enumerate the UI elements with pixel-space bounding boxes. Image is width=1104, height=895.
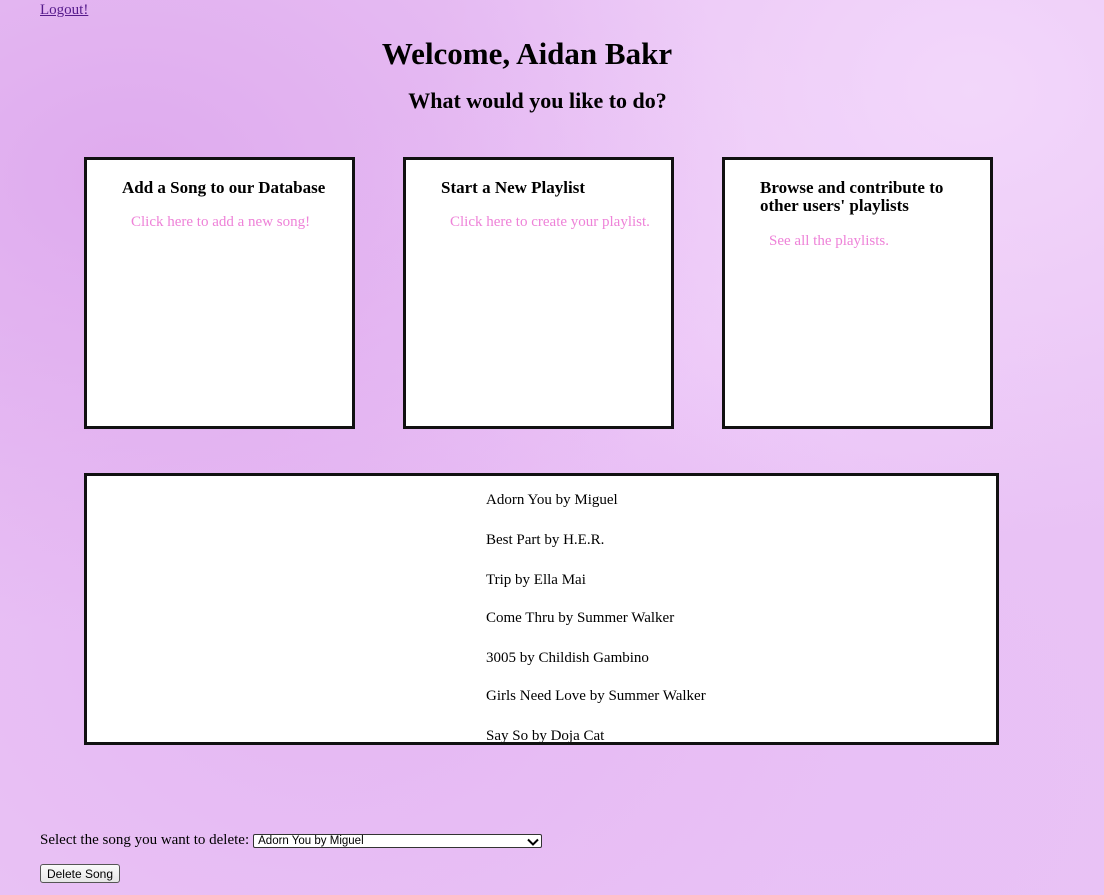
delete-song-form: Select the song you want to delete: Ador… bbox=[40, 832, 543, 849]
add-song-link[interactable]: Click here to add a new song! bbox=[131, 214, 310, 231]
browse-playlists-card: Browse and contribute to other users' pl… bbox=[722, 157, 993, 429]
logout-link[interactable]: Logout! bbox=[40, 2, 88, 19]
see-playlists-link[interactable]: See all the playlists. bbox=[769, 233, 889, 250]
new-playlist-card-title: Start a New Playlist bbox=[441, 178, 586, 197]
page-title: Welcome, Aidan Bakr bbox=[381, 36, 673, 71]
page-subtitle: What would you like to do? bbox=[408, 88, 667, 113]
song-list-item: Come Thru by Summer Walker bbox=[486, 610, 675, 626]
song-list-item: Best Part by H.E.R. bbox=[486, 532, 605, 548]
song-select[interactable]: Adorn You by Miguel bbox=[253, 833, 543, 848]
song-list-panel: Adorn You by Miguel Best Part by H.E.R. … bbox=[84, 473, 999, 745]
song-list-item: Girls Need Love by Summer Walker bbox=[486, 688, 706, 704]
song-list-item: Say So by Doja Cat bbox=[486, 728, 605, 744]
add-song-card: Add a Song to our Database Click here to… bbox=[84, 157, 355, 429]
chevron-down-icon bbox=[527, 837, 539, 846]
song-list-item: Adorn You by Miguel bbox=[486, 492, 618, 508]
song-list-item: Trip by Ella Mai bbox=[486, 572, 586, 588]
browse-playlists-card-title: Browse and contribute to other users' pl… bbox=[760, 178, 944, 215]
add-song-card-title: Add a Song to our Database bbox=[122, 178, 326, 197]
delete-song-button[interactable]: Delete Song bbox=[40, 864, 120, 883]
song-select-value: Adorn You by Miguel bbox=[258, 834, 364, 847]
delete-song-label: Select the song you want to delete: bbox=[40, 832, 250, 848]
new-playlist-card: Start a New Playlist Click here to creat… bbox=[403, 157, 674, 429]
create-playlist-link[interactable]: Click here to create your playlist. bbox=[450, 214, 650, 231]
song-list-item: 3005 by Childish Gambino bbox=[486, 650, 649, 666]
